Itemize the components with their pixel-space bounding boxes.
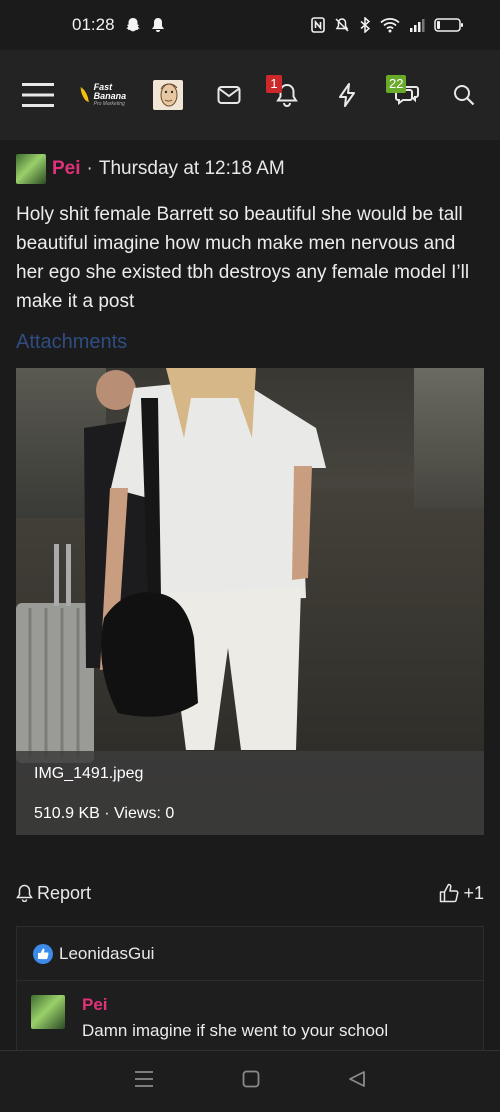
post-meta: Pei · Thursday at 12:18 AM [16,154,285,184]
post-body: Holy shit female Barrett so beautiful sh… [16,204,470,312]
like-button[interactable]: +1 [439,883,484,904]
like-reaction-icon [33,943,53,964]
back-icon[interactable] [348,1070,366,1093]
signal-icon [409,17,425,33]
author-name[interactable]: Pei [52,158,81,180]
attachments-heading: Attachments [16,331,128,353]
mail-icon[interactable] [216,50,242,140]
conversations-button[interactable] [394,50,422,140]
bluetooth-icon [359,17,371,33]
report-bell-icon [16,884,33,902]
avatar [153,80,183,110]
comment-avatar[interactable] [31,995,65,1029]
status-time: 01:28 [72,15,115,34]
reaction-summary[interactable]: LeonidasGui [17,927,483,981]
system-nav-bar [0,1050,500,1112]
post-actions: Report +1 [16,878,484,908]
report-label: Report [37,882,92,903]
alerts-badge: 1 [266,75,282,93]
meta-separator: · [86,158,93,179]
snapchat-icon [125,17,141,33]
comment-text: Damn imagine if she went to your school [82,1021,389,1040]
conversations-badge: 22 [386,75,407,93]
attachment-caption: IMG_1491.jpeg 510.9 KB · Views: 0 [16,751,484,835]
attachment-file-name[interactable]: IMG_1491.jpeg [34,765,466,783]
attachment-thumbnail[interactable]: IMG_1491.jpeg 510.9 KB · Views: 0 [16,368,484,835]
app-header: Fast Banana Pro Marketing 1 22 [0,50,500,140]
alerts-button[interactable] [274,50,300,140]
bell-icon [151,17,165,33]
author-avatar[interactable] [16,154,46,184]
bolt-icon[interactable] [336,50,358,140]
home-icon[interactable] [242,1070,260,1093]
wifi-icon [380,17,400,33]
status-bar: 01:28 [0,0,500,50]
reactor-name[interactable]: LeonidasGui [59,944,154,964]
report-button[interactable]: Report [16,883,91,904]
banana-logo-icon [79,86,89,103]
user-avatar[interactable] [152,50,184,140]
logo-subtitle: Pro Marketing [93,101,125,107]
thumbs-up-icon [440,883,459,903]
nfc-icon [311,17,325,33]
search-icon[interactable] [452,50,476,140]
logo-title: Fast Banana [93,82,127,101]
mute-icon [334,17,350,33]
battery-icon [434,17,464,33]
recent-apps-icon[interactable] [134,1070,154,1093]
post-timestamp[interactable]: Thursday at 12:18 AM [99,158,285,180]
hamburger-icon[interactable] [22,50,54,140]
attachment-file-info: 510.9 KB · Views: 0 [34,805,175,822]
site-logo[interactable]: Fast Banana Pro Marketing [78,50,142,140]
comment-author[interactable]: Pei [82,995,108,1015]
like-count: +1 [463,882,484,903]
